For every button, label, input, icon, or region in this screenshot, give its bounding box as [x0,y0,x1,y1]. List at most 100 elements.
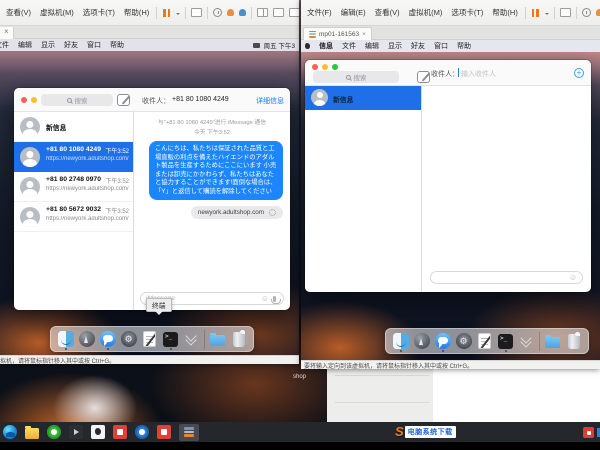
show-library-icon[interactable] [257,8,268,17]
sent-message-bubble: こんにちは、私たちは保証された品質と工場直販の利点を備えたハイエンドのアダルト製… [149,141,283,200]
list-item[interactable]: 新信息 [14,112,133,142]
recipient-value[interactable]: +81 80 1080 4249 [172,96,229,103]
list-item[interactable]: +81 80 2748 0970 下午3:52 https://newyork.… [14,172,133,202]
suspend-vm-button[interactable] [531,9,540,17]
menubar-window[interactable]: 窗口 [434,41,448,51]
downloads-stack-icon[interactable] [518,332,535,350]
menubar-buddies[interactable]: 好友 [64,40,78,50]
green-app-icon[interactable] [47,425,61,439]
messages-app-icon[interactable] [434,332,451,350]
list-item[interactable]: +81 80 5672 9032 下午3:52 https://newyork.… [14,202,133,232]
send-ctrl-alt-del-icon[interactable] [560,8,571,17]
close-window-icon[interactable] [312,64,318,70]
suspend-vm-button[interactable] [162,9,171,17]
launchpad-icon[interactable] [413,332,430,350]
finder-icon[interactable] [57,330,74,348]
terminal-icon[interactable]: >_ [497,332,514,350]
snapshot-user-icon[interactable] [227,9,234,16]
compose-button[interactable] [417,71,430,83]
close-window-icon[interactable] [21,97,27,103]
edge-browser-icon[interactable] [3,425,17,439]
tray-red-indicator-icon[interactable] [583,427,594,438]
snapshot-clock-icon[interactable] [213,8,222,17]
search-input[interactable]: 搜索 [41,94,113,106]
menubar-help[interactable]: 帮助 [457,41,471,51]
trash-icon[interactable] [230,330,247,348]
downloads-stack-icon[interactable] [183,330,200,348]
finder-icon[interactable] [392,332,409,350]
input-source-icon[interactable] [253,43,260,48]
macos-menubar: 信息 文件 编辑 显示 好友 窗口 帮助 [301,40,600,52]
fullscreen-icon[interactable] [289,8,299,17]
menu-edit[interactable]: 编辑(E) [339,6,368,19]
minimize-window-icon[interactable] [31,97,37,103]
link-preview-bubble[interactable]: newyork.adultshop.com [191,206,283,219]
vmware-taskbar-icon-active[interactable] [179,424,199,441]
menu-help[interactable]: 帮助(H) [490,6,519,19]
emoji-icon[interactable]: ☺ [261,295,269,303]
menu-file[interactable]: 文件(F) [305,6,334,19]
search-input[interactable]: 搜索 [313,71,399,83]
menu-tabs[interactable]: 选项卡(T) [449,6,485,19]
textedit-icon[interactable] [476,332,493,350]
red-app-icon-2[interactable] [157,425,171,439]
microphone-icon[interactable] [273,296,276,302]
list-item-selected[interactable]: +81 80 1080 4249 下午3:52 https://newyork.… [14,142,133,172]
apple-logo-icon[interactable] [305,43,310,49]
menu-vm[interactable]: 虚拟机(M) [38,6,76,19]
menu-tabs[interactable]: 选项卡(T) [81,6,117,19]
vm-tab[interactable]: mp01-161563 × [303,27,372,40]
launchpad-icon[interactable] [78,330,95,348]
messages-app-icon[interactable] [99,330,116,348]
menubar-view[interactable]: 显示 [388,41,402,51]
trash-icon[interactable] [565,332,582,350]
menu-view[interactable]: 查看(V) [4,6,33,19]
messages-titlebar[interactable]: 搜索 收件人： +81 80 1080 4249 详细信息 [14,88,290,112]
menubar-help[interactable]: 帮助 [110,40,124,50]
white-app-icon[interactable] [91,425,105,439]
messages-titlebar[interactable]: 搜索 收件人： 输入收件人 + [305,60,591,86]
menu-help[interactable]: 帮助(H) [122,6,151,19]
terminal-icon[interactable]: >_ [162,330,179,348]
menubar-appname[interactable]: 信息 [319,41,333,51]
menubar-clock[interactable]: 周五 下午3 [264,40,295,50]
downloads-folder-icon[interactable] [544,332,561,350]
snapshot-clock-icon[interactable] [582,8,591,17]
show-thumbnail-icon[interactable] [273,8,284,17]
emoji-icon[interactable]: ☺ [569,274,577,282]
media-player-icon[interactable] [69,425,83,439]
recipient-placeholder[interactable]: 输入收件人 [461,69,496,79]
power-dropdown-icon[interactable] [176,13,180,17]
menubar-edit[interactable]: 编辑 [18,40,32,50]
system-preferences-icon[interactable]: ⚙ [120,330,137,348]
menubar-edit[interactable]: 编辑 [365,41,379,51]
vmware-logo-icon [184,427,194,437]
downloads-folder-icon[interactable] [209,330,226,348]
power-dropdown-icon[interactable] [545,13,549,17]
zoom-window-icon[interactable] [332,64,338,70]
menubar-file[interactable]: 文件 [0,40,9,50]
snapshot-user-icon[interactable] [596,9,600,16]
send-ctrl-alt-del-icon[interactable] [191,8,202,17]
menubar-file[interactable]: 文件 [342,41,356,51]
compose-button[interactable] [117,94,130,106]
revert-snapshot-icon[interactable] [239,9,246,16]
tab-close-icon[interactable]: × [4,27,9,36]
menubar-buddies[interactable]: 好友 [411,41,425,51]
details-link[interactable]: 详细信息 [256,96,284,106]
list-item-selected[interactable]: 新信息 [305,86,421,110]
thread-header: 与"+81 80 1080 4249"进行 iMessage 通信 [134,117,290,126]
file-explorer-icon[interactable] [25,428,39,439]
tab-close-icon[interactable]: × [362,31,366,38]
add-recipient-icon[interactable]: + [574,68,584,78]
system-preferences-icon[interactable]: ⚙ [455,332,472,350]
textedit-icon[interactable] [141,330,158,348]
minimize-window-icon[interactable] [322,64,328,70]
red-app-icon[interactable] [113,425,127,439]
blue-app-icon[interactable] [135,425,149,439]
menubar-window[interactable]: 窗口 [87,40,101,50]
menu-vm[interactable]: 虚拟机(M) [407,6,445,19]
menubar-view[interactable]: 显示 [41,40,55,50]
menu-view[interactable]: 查看(V) [373,6,402,19]
message-input[interactable]: ☺ [430,271,583,284]
